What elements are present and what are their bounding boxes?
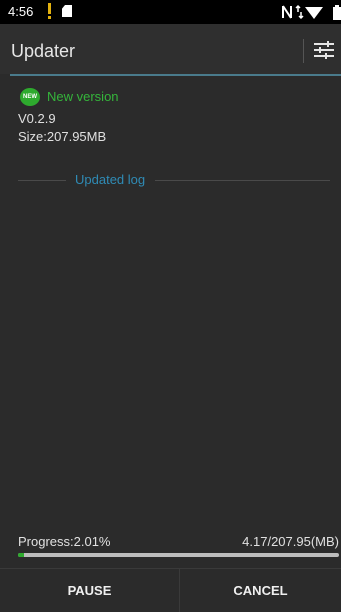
progress-size: 4.17/207.95(MB) <box>242 534 339 549</box>
toolbar: Updater <box>0 24 341 74</box>
updated-log-title: Updated log <box>75 172 146 187</box>
new-version-label: New version <box>47 89 119 104</box>
version-text: V0.2.9 <box>18 111 56 126</box>
cancel-button[interactable]: CANCEL <box>180 569 341 612</box>
data-arrows-icon <box>295 4 304 20</box>
progress-fill <box>18 553 25 557</box>
sd-card-icon <box>62 5 72 17</box>
progress-bar <box>18 553 339 557</box>
nfc-icon <box>282 5 292 19</box>
status-time: 4:56 <box>8 4 34 19</box>
new-badge-icon: NEW <box>20 88 40 106</box>
status-bar: 4:56 <box>0 0 341 24</box>
log-divider-right <box>155 180 330 181</box>
alert-icon <box>48 3 51 14</box>
log-divider-left <box>18 180 66 181</box>
alert-icon-dot <box>48 16 51 19</box>
battery-icon <box>333 5 341 20</box>
toolbar-underline <box>10 74 341 76</box>
bottom-action-bar: PAUSE CANCEL <box>0 568 341 612</box>
settings-button[interactable] <box>312 38 336 62</box>
toolbar-divider <box>303 39 304 63</box>
wifi-icon <box>305 7 323 19</box>
tune-sliders-icon <box>314 41 334 59</box>
updater-screen: 4:56 Updater NEW New version V0.2.9 Size… <box>0 0 341 612</box>
pause-button[interactable]: PAUSE <box>0 569 179 612</box>
page-title: Updater <box>11 41 76 61</box>
progress-label: Progress:2.01% <box>18 534 111 549</box>
status-icons <box>281 4 341 20</box>
size-text: Size:207.95MB <box>18 129 107 144</box>
